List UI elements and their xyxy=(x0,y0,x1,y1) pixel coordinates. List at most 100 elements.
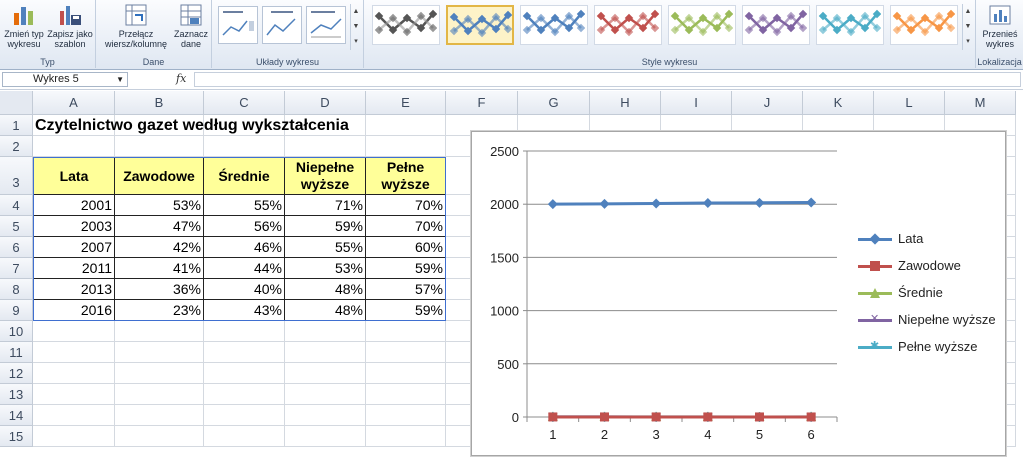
cell[interactable] xyxy=(204,136,285,157)
save-as-template-button[interactable]: Zapisz jako szablon xyxy=(47,3,93,49)
row-header-4[interactable]: 4 xyxy=(0,195,33,216)
cell[interactable] xyxy=(204,321,285,342)
row-header-14[interactable]: 14 xyxy=(0,405,33,426)
cell[interactable] xyxy=(285,363,366,384)
chart-style-2[interactable] xyxy=(446,5,514,45)
column-header-f[interactable]: F xyxy=(446,91,518,115)
cell[interactable] xyxy=(204,405,285,426)
table-cell[interactable]: 47% xyxy=(115,216,204,237)
chart-layout-1[interactable] xyxy=(218,6,258,44)
column-header-m[interactable]: M xyxy=(945,91,1016,115)
cell[interactable] xyxy=(33,384,115,405)
table-cell[interactable]: 41% xyxy=(115,258,204,279)
cell[interactable] xyxy=(366,136,446,157)
more-icon[interactable]: ▾ xyxy=(351,34,361,49)
row-header-1[interactable]: 1 xyxy=(0,115,33,136)
table-cell[interactable]: 70% xyxy=(366,216,446,237)
column-header-d[interactable]: D xyxy=(285,91,366,115)
table-cell[interactable]: 46% xyxy=(204,237,285,258)
chart-style-3[interactable] xyxy=(520,5,588,45)
change-chart-type-button[interactable]: Zmień typ wykresu xyxy=(2,3,46,49)
table-cell[interactable]: 59% xyxy=(366,258,446,279)
table-cell[interactable]: 48% xyxy=(285,279,366,300)
chart-style-8[interactable] xyxy=(890,5,958,45)
table-cell[interactable]: 40% xyxy=(204,279,285,300)
table-cell[interactable]: 44% xyxy=(204,258,285,279)
column-header-k[interactable]: K xyxy=(803,91,874,115)
table-cell[interactable]: 57% xyxy=(366,279,446,300)
table-cell[interactable]: 53% xyxy=(285,258,366,279)
table-cell[interactable]: 43% xyxy=(204,300,285,321)
more-icon[interactable]: ▾ xyxy=(963,34,973,49)
cell[interactable] xyxy=(285,405,366,426)
table-cell[interactable]: 60% xyxy=(366,237,446,258)
scroll-down-icon[interactable]: ▼ xyxy=(351,19,361,34)
scroll-up-icon[interactable]: ▲ xyxy=(351,4,361,19)
select-all-corner[interactable] xyxy=(0,91,33,115)
row-header-11[interactable]: 11 xyxy=(0,342,33,363)
column-header-h[interactable]: H xyxy=(590,91,661,115)
cell[interactable] xyxy=(115,136,204,157)
chart-style-1[interactable] xyxy=(372,5,440,45)
table-cell[interactable]: 2001 xyxy=(33,195,115,216)
table-cell[interactable]: 53% xyxy=(115,195,204,216)
scroll-down-icon[interactable]: ▼ xyxy=(963,19,973,34)
select-data-button[interactable]: Zaznacz dane xyxy=(172,3,210,49)
cell[interactable] xyxy=(33,363,115,384)
row-header-13[interactable]: 13 xyxy=(0,384,33,405)
cell[interactable] xyxy=(115,384,204,405)
cell[interactable] xyxy=(285,426,366,447)
row-header-10[interactable]: 10 xyxy=(0,321,33,342)
table-cell[interactable]: 55% xyxy=(285,237,366,258)
cell[interactable] xyxy=(285,384,366,405)
row-header-12[interactable]: 12 xyxy=(0,363,33,384)
table-cell[interactable]: 48% xyxy=(285,300,366,321)
cell[interactable] xyxy=(33,405,115,426)
chart-layout-2[interactable] xyxy=(262,6,302,44)
cell[interactable] xyxy=(285,342,366,363)
table-cell[interactable]: 56% xyxy=(204,216,285,237)
cell[interactable] xyxy=(285,321,366,342)
cell[interactable] xyxy=(204,342,285,363)
table-cell[interactable]: 59% xyxy=(366,300,446,321)
chart-style-4[interactable] xyxy=(594,5,662,45)
table-cell[interactable]: 42% xyxy=(115,237,204,258)
table-cell[interactable]: 71% xyxy=(285,195,366,216)
table-cell[interactable]: 2016 xyxy=(33,300,115,321)
layouts-scroll[interactable]: ▲ ▼ ▾ xyxy=(350,4,361,50)
table-cell[interactable]: 2007 xyxy=(33,237,115,258)
cell[interactable] xyxy=(204,426,285,447)
table-cell[interactable]: 36% xyxy=(115,279,204,300)
move-chart-button[interactable]: Przenieś wykres xyxy=(978,3,1022,49)
chart-style-6[interactable] xyxy=(742,5,810,45)
column-header-b[interactable]: B xyxy=(115,91,204,115)
cell[interactable] xyxy=(366,363,446,384)
cell[interactable] xyxy=(285,136,366,157)
row-header-3[interactable]: 3 xyxy=(0,157,33,195)
table-cell[interactable]: 2011 xyxy=(33,258,115,279)
row-header-7[interactable]: 7 xyxy=(0,258,33,279)
column-header-c[interactable]: C xyxy=(204,91,285,115)
chart-area[interactable]: 0 500 1000 1500 2000 2500 1 2 3 4 5 6 Lata Zawodowe Ś… xyxy=(471,131,1006,456)
cell[interactable] xyxy=(115,363,204,384)
row-header-9[interactable]: 9 xyxy=(0,300,33,321)
cell[interactable] xyxy=(366,342,446,363)
scroll-up-icon[interactable]: ▲ xyxy=(963,4,973,19)
chart-style-5[interactable] xyxy=(668,5,736,45)
column-header-j[interactable]: J xyxy=(732,91,803,115)
cell[interactable] xyxy=(33,342,115,363)
cell[interactable] xyxy=(115,426,204,447)
row-header-5[interactable]: 5 xyxy=(0,216,33,237)
table-cell[interactable]: 59% xyxy=(285,216,366,237)
row-header-6[interactable]: 6 xyxy=(0,237,33,258)
column-header-e[interactable]: E xyxy=(366,91,446,115)
table-header-cell[interactable]: Średnie xyxy=(204,157,285,195)
table-header-cell[interactable]: Lata xyxy=(33,157,115,195)
cell[interactable] xyxy=(366,426,446,447)
table-cell[interactable]: 2013 xyxy=(33,279,115,300)
cell[interactable] xyxy=(366,321,446,342)
cell[interactable] xyxy=(115,342,204,363)
column-header-a[interactable]: A xyxy=(33,91,115,115)
column-header-l[interactable]: L xyxy=(874,91,945,115)
cell[interactable] xyxy=(366,405,446,426)
